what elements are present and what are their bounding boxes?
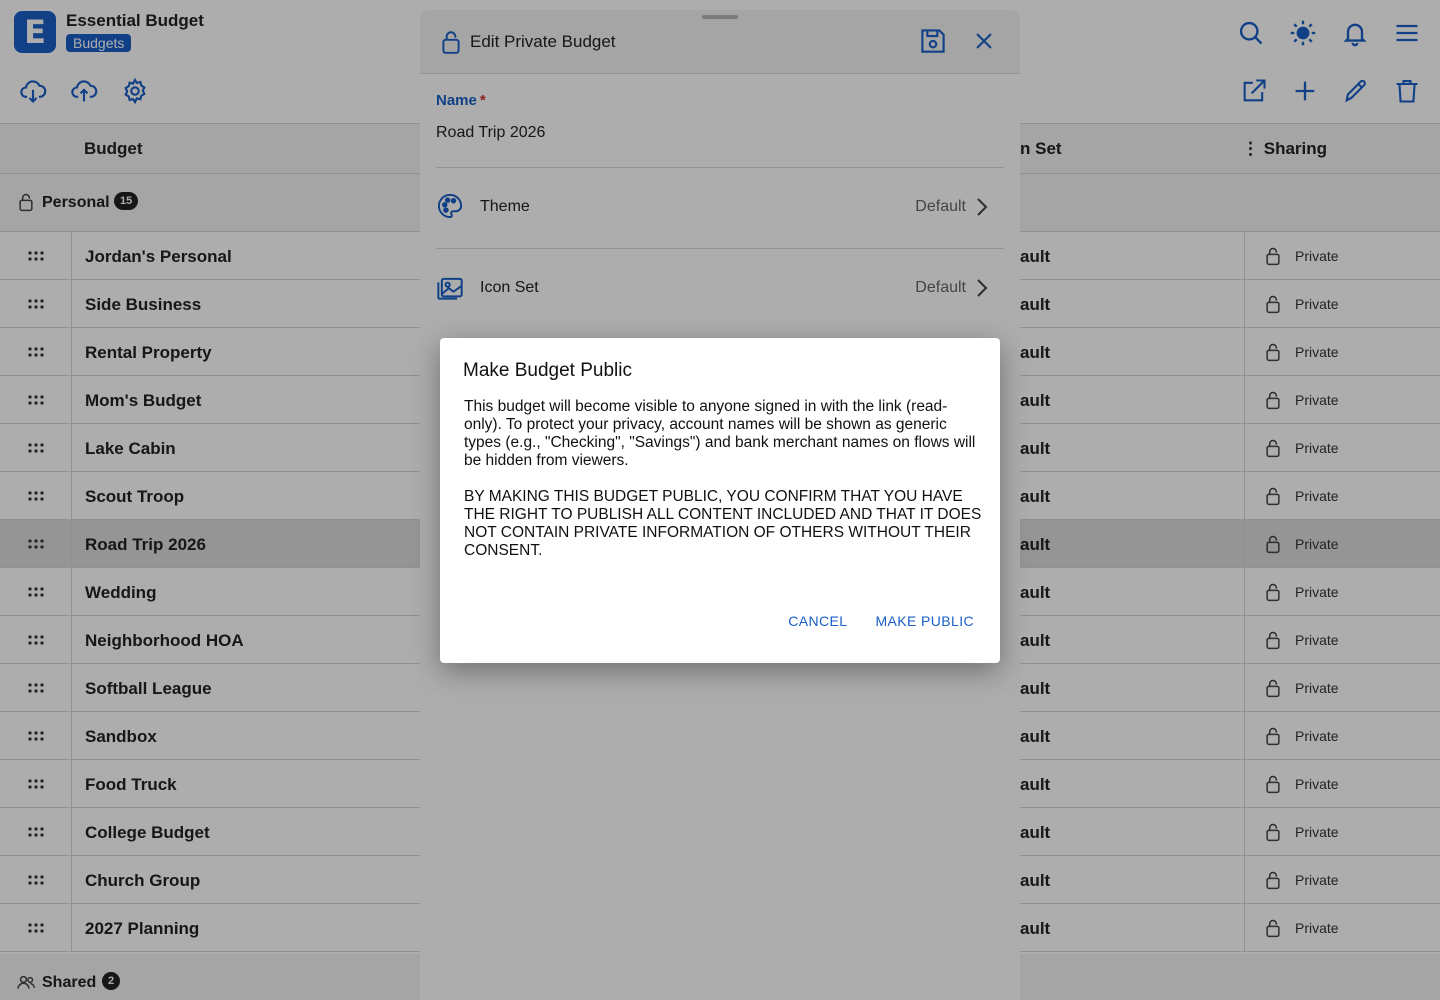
- dialog-paragraph: BY MAKING THIS BUDGET PUBLIC, YOU CONFIR…: [464, 488, 982, 559]
- dialog-paragraph: This budget will become visible to anyon…: [464, 398, 976, 469]
- cancel-button[interactable]: CANCEL: [788, 613, 847, 629]
- dialog-actions: CANCEL MAKE PUBLIC: [788, 613, 974, 629]
- dialog-message: This budget will become visible to anyon…: [464, 398, 984, 578]
- make-public-button[interactable]: MAKE PUBLIC: [875, 613, 974, 629]
- dialog-title: Make Budget Public: [463, 360, 632, 381]
- make-public-dialog: Make Budget Public This budget will beco…: [440, 338, 1000, 663]
